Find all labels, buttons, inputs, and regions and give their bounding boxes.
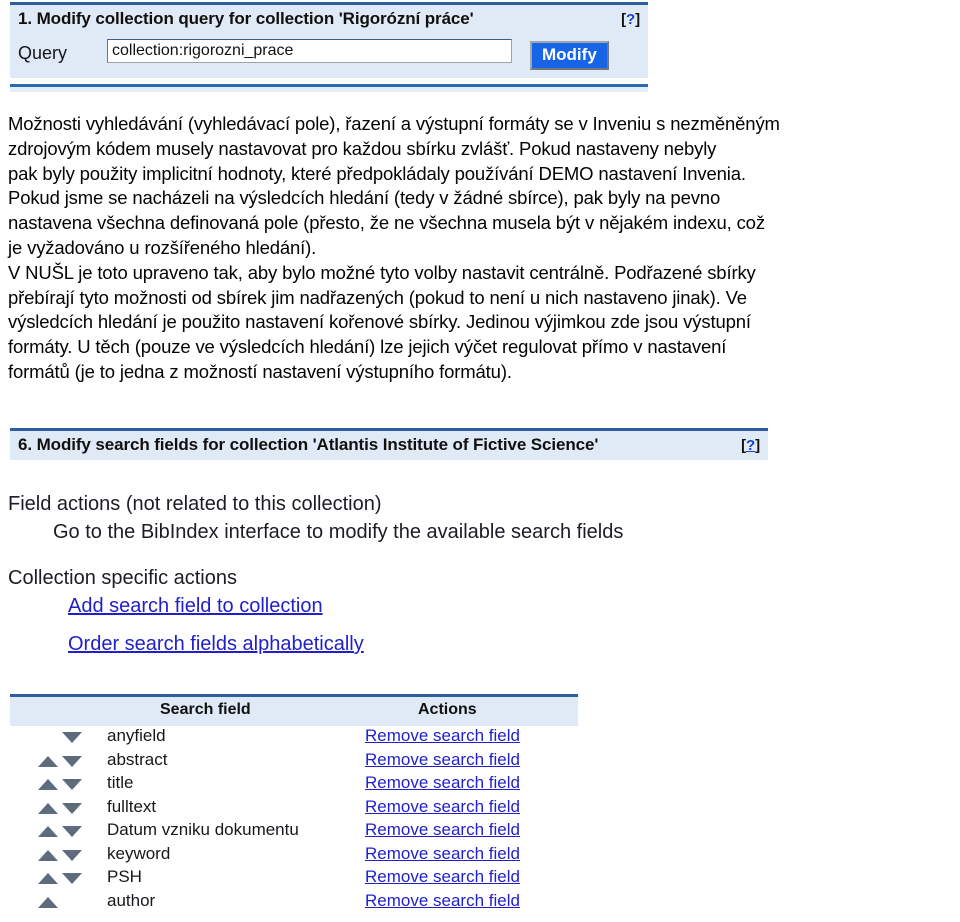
search-field-name: title bbox=[107, 773, 134, 792]
prose-line: Možnosti vyhledávání (vyhledávací pole),… bbox=[8, 113, 780, 134]
add-search-field-link[interactable]: Add search field to collection bbox=[68, 595, 323, 617]
arrow-down-icon[interactable] bbox=[62, 779, 82, 790]
remove-search-field-link[interactable]: Remove search field bbox=[365, 844, 520, 864]
prose-line: formáty. U těch (pouze ve výsledcích hle… bbox=[8, 336, 727, 358]
prose-line: pak byly použity implicitní hodnoty, kte… bbox=[8, 162, 746, 184]
collection-actions-section: Collection specific actions Add search f… bbox=[8, 564, 938, 658]
order-search-fields-link[interactable]: Order search fields alphabetically bbox=[68, 633, 364, 655]
arrow-up-icon[interactable] bbox=[38, 896, 58, 908]
prose-line: formátů (je to jedna z možností nastaven… bbox=[8, 360, 512, 382]
table-row: author Remove search field bbox=[10, 891, 578, 915]
arrow-down-icon[interactable] bbox=[62, 802, 82, 814]
help-bracket-close: ] bbox=[635, 11, 640, 28]
column-header-actions: Actions bbox=[418, 701, 477, 718]
row-reorder-controls bbox=[38, 823, 98, 841]
table-body: anyfield Remove search field abstract Remov… bbox=[10, 726, 578, 914]
modify-collection-query-panel: 1. Modify collection query for collectio… bbox=[10, 2, 648, 92]
row-reorder-controls bbox=[38, 776, 98, 794]
search-field-name: PSH bbox=[107, 867, 142, 886]
table-row: PSH Remove search field bbox=[10, 867, 578, 891]
table-row: fulltext Remove search field bbox=[10, 797, 578, 821]
table-row: abstract Remove search field bbox=[10, 750, 578, 774]
query-row: Query Modify bbox=[10, 34, 648, 78]
row-reorder-controls bbox=[38, 847, 98, 865]
link-spacer bbox=[8, 620, 938, 630]
arrow-down-icon[interactable] bbox=[62, 826, 82, 837]
prose-line: výsledcích hledání je použito nastavení … bbox=[8, 311, 751, 333]
row-reorder-controls bbox=[38, 800, 98, 818]
query-label: Query bbox=[18, 43, 68, 63]
prose-line: je vyžadováno u rozšířeného hledání). bbox=[8, 236, 317, 258]
collection-actions-heading: Collection specific actions bbox=[8, 567, 237, 589]
modify-button[interactable]: Modify bbox=[530, 41, 609, 70]
table-row: keyword Remove search field bbox=[10, 844, 578, 868]
search-field-name: Datum vzniku dokumentu bbox=[107, 820, 299, 839]
search-field-name: keyword bbox=[107, 843, 171, 863]
panel-one-title: 1. Modify collection query for collectio… bbox=[18, 9, 474, 28]
search-field-name: author bbox=[107, 890, 156, 910]
prose-line: zdrojovým kódem musely nastavovat pro ka… bbox=[8, 137, 717, 159]
arrow-up-icon[interactable] bbox=[38, 849, 58, 861]
prose-line: V NUŠL je toto upraveno tak, aby bylo mo… bbox=[8, 261, 756, 283]
prose-line: přebírají tyto možnosti od sbírek jim na… bbox=[8, 286, 747, 308]
row-reorder-controls bbox=[38, 753, 98, 771]
remove-search-field-link[interactable]: Remove search field bbox=[365, 891, 520, 911]
panel-one-header: 1. Modify collection query for collectio… bbox=[10, 5, 648, 34]
arrow-down-icon[interactable] bbox=[62, 849, 82, 861]
table-header-row: Search field Actions bbox=[10, 697, 578, 726]
arrow-up-icon[interactable] bbox=[38, 826, 58, 837]
arrow-up-icon[interactable] bbox=[38, 873, 58, 884]
table-row: Datum vzniku dokumentu Remove search fiel… bbox=[10, 820, 578, 844]
arrow-down-icon[interactable] bbox=[62, 873, 82, 884]
arrow-down-icon[interactable] bbox=[62, 732, 82, 743]
column-header-search-field: Search field bbox=[160, 701, 251, 718]
prose-line: nastavena všechna definovaná pole (přest… bbox=[8, 212, 765, 234]
body-text: Možnosti vyhledávání (vyhledávací pole),… bbox=[8, 112, 958, 385]
panel-two-header: 6. Modify search fields for collection '… bbox=[10, 431, 768, 460]
search-field-name: fulltext bbox=[107, 796, 157, 816]
field-actions-section: Field actions (not related to this colle… bbox=[8, 490, 938, 546]
prose-line: Pokud jsme se nacházeli na výsledcích hl… bbox=[8, 187, 721, 209]
remove-search-field-link[interactable]: Remove search field bbox=[365, 820, 520, 840]
panel-bottom-band bbox=[10, 87, 648, 92]
remove-search-field-link[interactable]: Remove search field bbox=[365, 773, 520, 793]
question-mark-icon: ? bbox=[626, 11, 636, 28]
arrow-up-icon[interactable] bbox=[38, 755, 58, 767]
remove-search-field-link[interactable]: Remove search field bbox=[365, 750, 520, 770]
table-row: title Remove search field bbox=[10, 773, 578, 797]
query-input[interactable] bbox=[107, 39, 512, 63]
remove-search-field-link[interactable]: Remove search field bbox=[365, 867, 520, 887]
bibindex-link[interactable]: Go to the BibIndex interface to modify t… bbox=[8, 518, 938, 546]
row-reorder-controls bbox=[38, 894, 98, 912]
modify-search-fields-panel: 6. Modify search fields for collection '… bbox=[10, 428, 768, 460]
arrow-down-icon[interactable] bbox=[62, 755, 82, 767]
field-actions-heading: Field actions (not related to this colle… bbox=[8, 493, 382, 515]
help-link[interactable]: [?] bbox=[621, 11, 640, 28]
search-field-name: abstract bbox=[107, 749, 168, 769]
arrow-up-icon[interactable] bbox=[38, 779, 58, 790]
row-reorder-controls bbox=[38, 870, 98, 888]
search-field-name: anyfield bbox=[107, 726, 166, 745]
remove-search-field-link[interactable]: Remove search field bbox=[365, 797, 520, 817]
question-mark-icon: ? bbox=[746, 437, 756, 454]
search-fields-table: Search field Actions anyfield Remove sear… bbox=[10, 694, 578, 914]
help-bracket-close: ] bbox=[755, 437, 760, 454]
table-row: anyfield Remove search field bbox=[10, 726, 578, 750]
help-link[interactable]: [?] bbox=[741, 437, 760, 454]
arrow-up-icon[interactable] bbox=[38, 802, 58, 814]
remove-search-field-link[interactable]: Remove search field bbox=[365, 726, 520, 746]
panel-two-title: 6. Modify search fields for collection '… bbox=[18, 435, 599, 454]
row-reorder-controls bbox=[38, 729, 98, 747]
